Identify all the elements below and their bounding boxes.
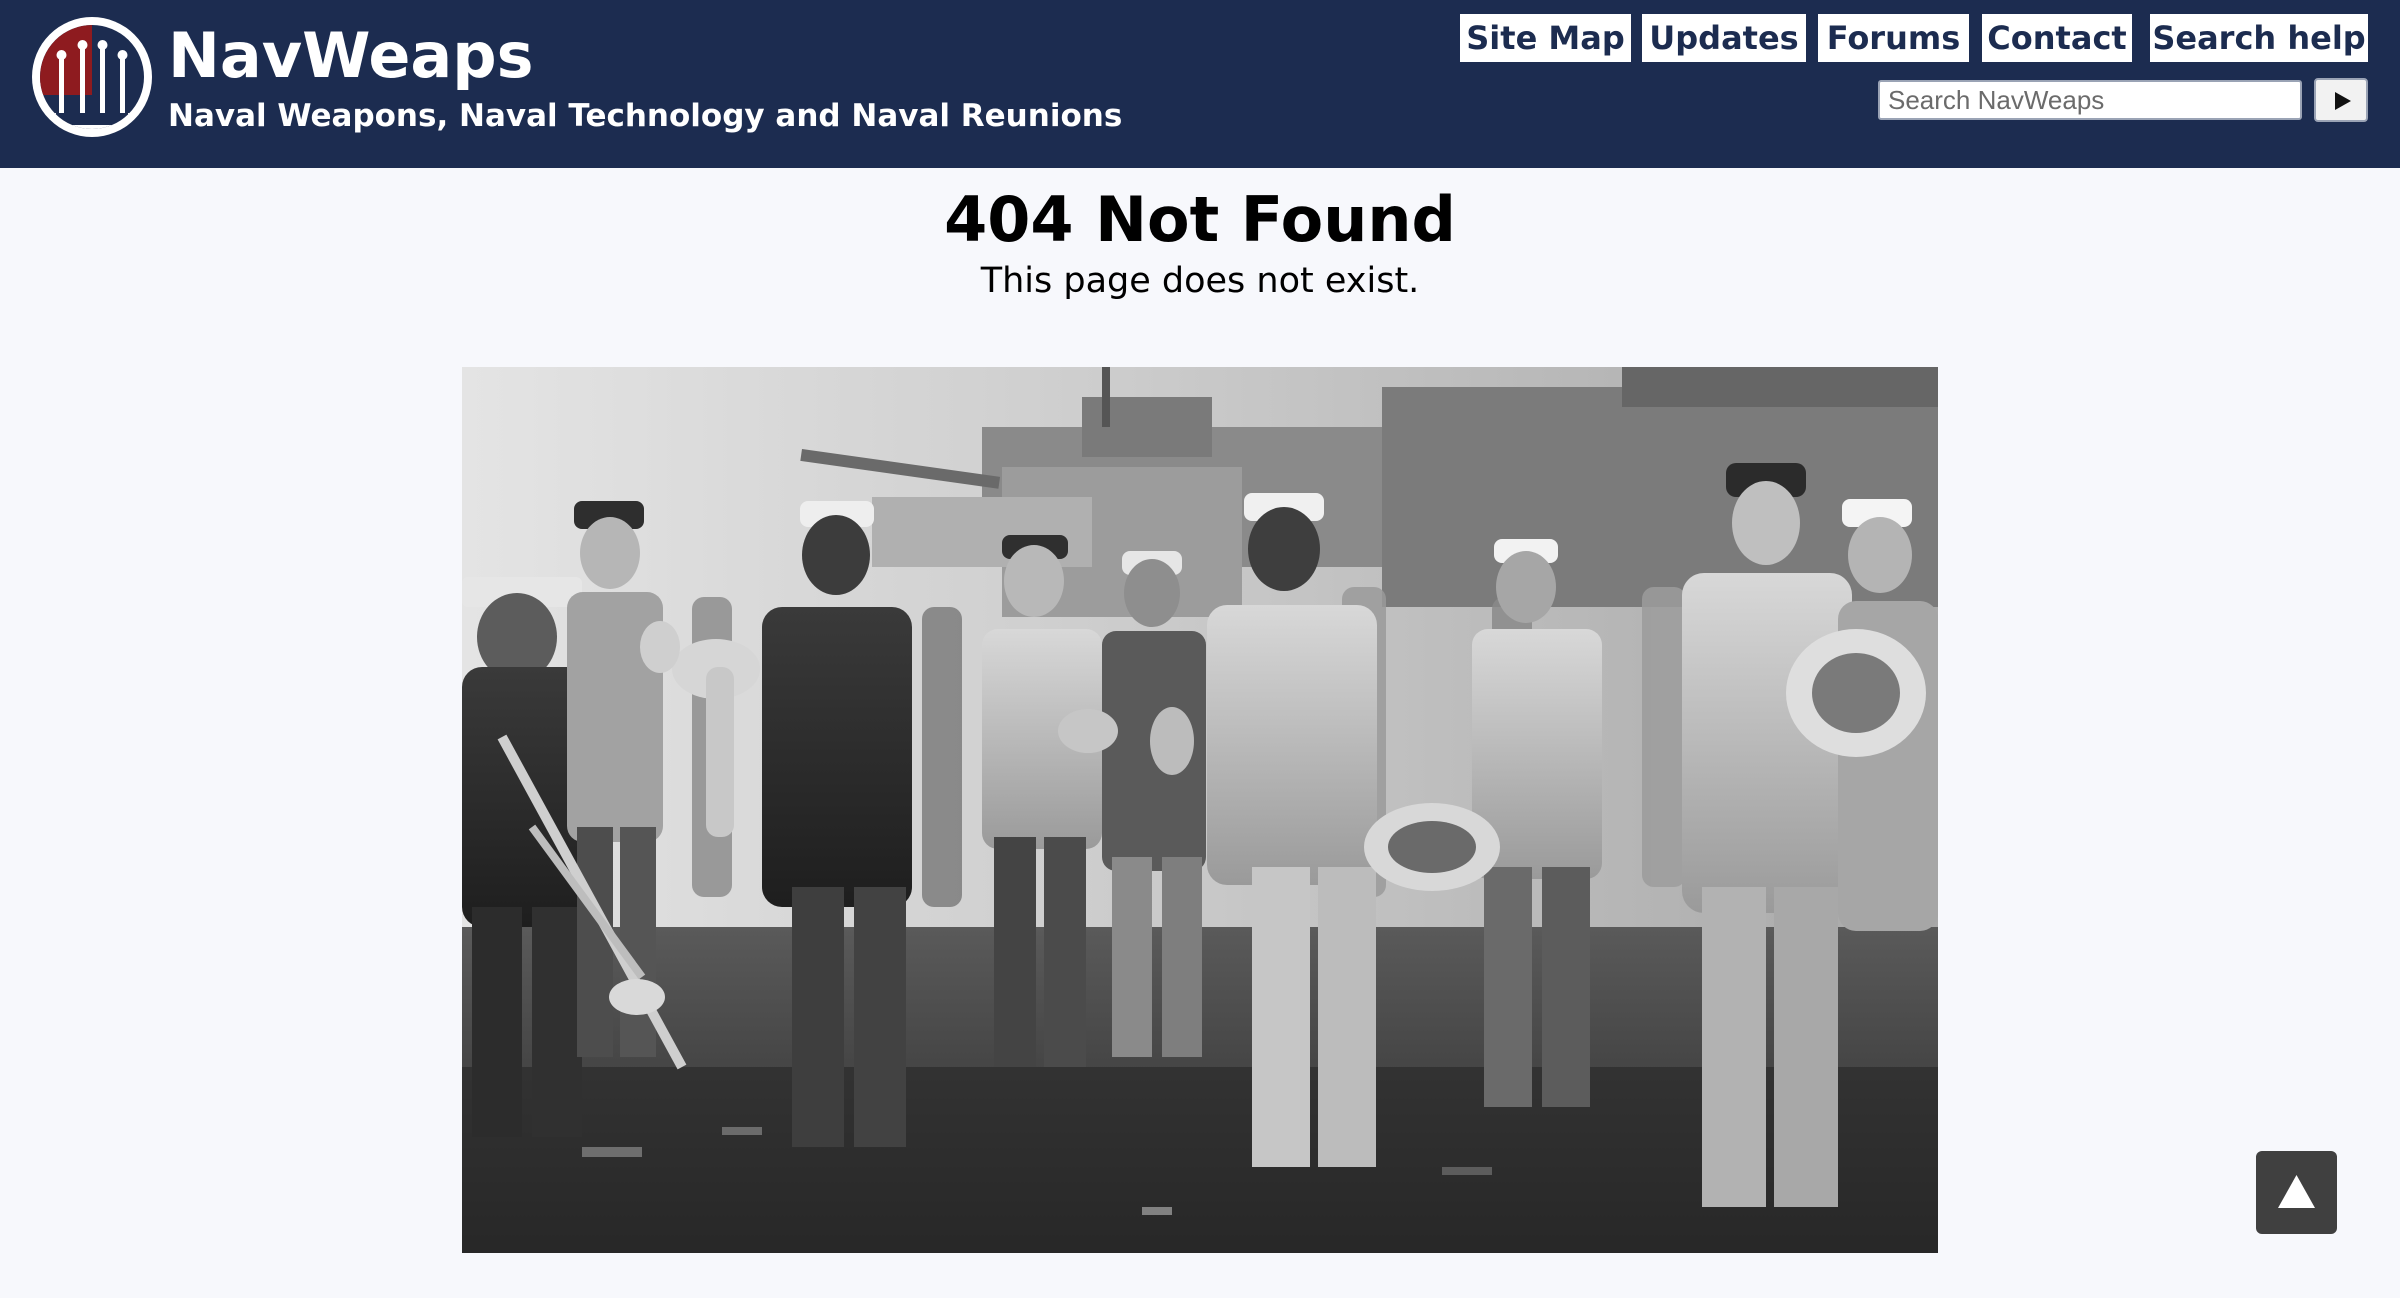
site-header: NavWeaps Naval Weapons, Naval Technology… [0, 0, 2400, 168]
search-input[interactable] [1878, 80, 2302, 120]
error-message: This page does not exist. [980, 261, 1420, 301]
play-triangle-icon [2335, 92, 2351, 110]
page-title: 404 Not Found [944, 183, 1456, 256]
nav-search-help-button[interactable]: Search help [2150, 14, 2368, 62]
nav-updates-button[interactable]: Updates [1642, 14, 1806, 62]
nav-contact-button[interactable]: Contact [1982, 14, 2132, 62]
search-submit-button[interactable] [2314, 78, 2368, 122]
nav-site-map-button[interactable]: Site Map [1460, 14, 1631, 62]
nav-forums-button[interactable]: Forums [1818, 14, 1969, 62]
sailors-band-photo [462, 367, 1938, 1253]
site-title[interactable]: NavWeaps [168, 14, 534, 98]
up-triangle-icon [2278, 1175, 2315, 1208]
navweaps-logo-icon[interactable] [32, 17, 152, 137]
back-to-top-button[interactable] [2256, 1151, 2337, 1234]
site-subtitle: Naval Weapons, Naval Technology and Nava… [168, 98, 1123, 134]
